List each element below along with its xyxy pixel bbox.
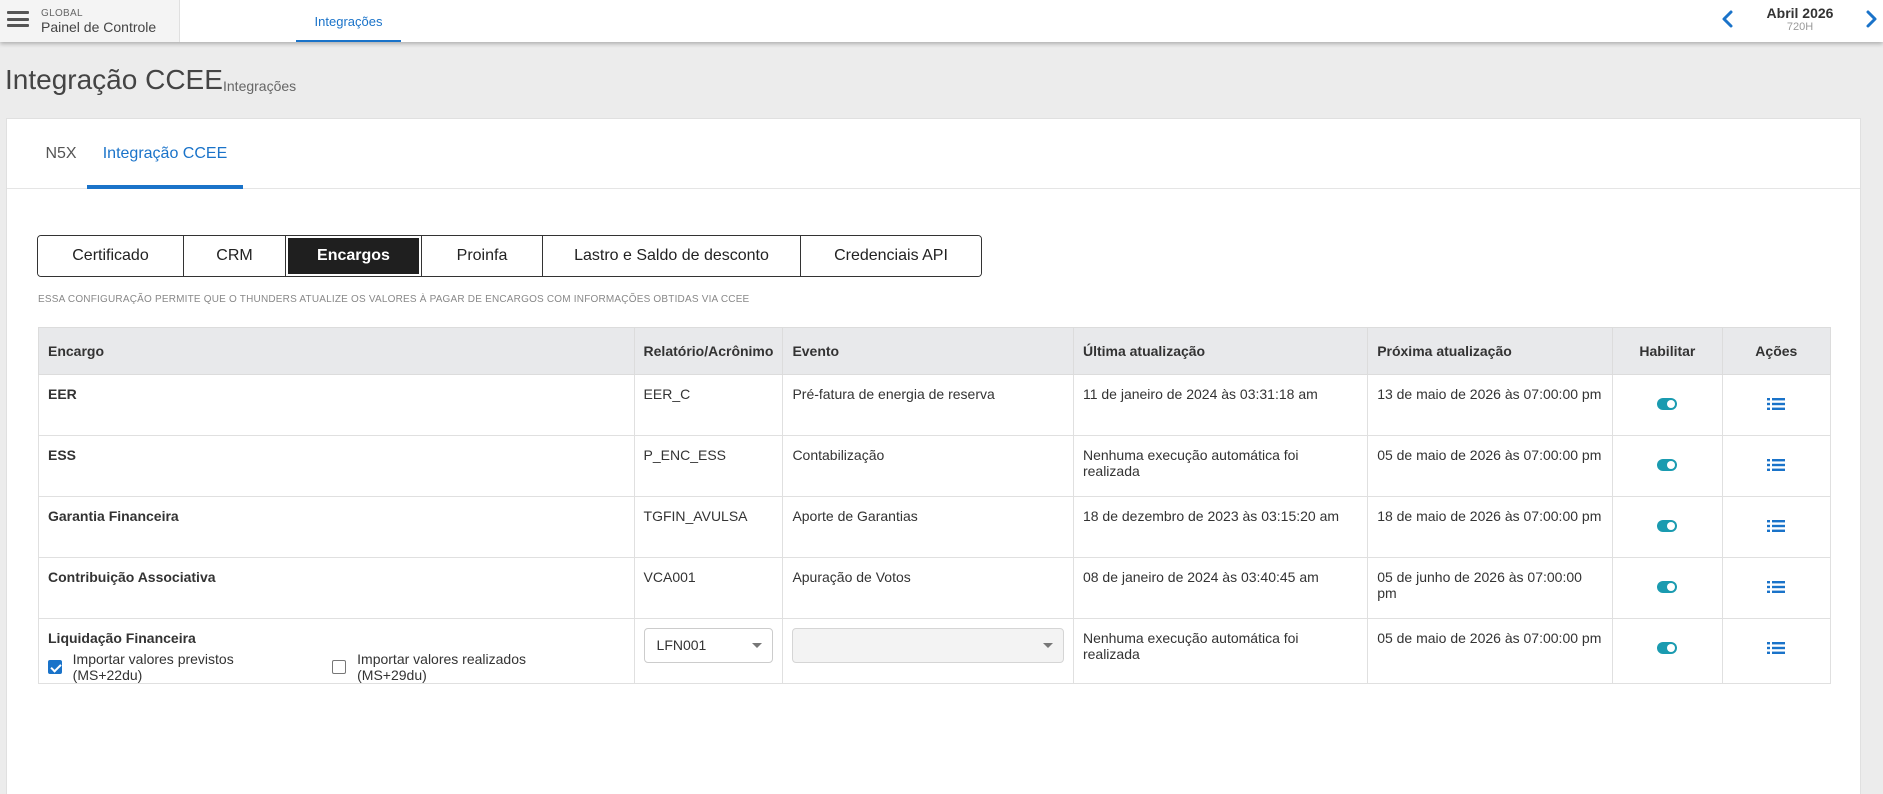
header-encargo: Encargo [38,327,635,375]
checkbox-realizados[interactable] [332,660,347,674]
cell-ultima-atualizacao: 18 de dezembro de 2023 às 03:15:20 am [1072,496,1369,558]
checkbox-realizados-label[interactable]: Importar valores realizados (MS+29du) [357,651,592,683]
encargos-table: Encargo Relatório/Acrônimo Evento Última… [38,327,1832,684]
header-relatorio: Relatório/Acrônimo [633,327,784,375]
relatorio-select-value: LFN001 [656,637,707,653]
enable-toggle[interactable] [1657,520,1678,532]
enable-toggle[interactable] [1657,398,1678,410]
cell-habilitar [1612,374,1723,436]
cell-proxima-atualizacao: 18 de maio de 2026 às 07:00:00 pm [1367,496,1614,558]
cell-acoes [1721,374,1832,436]
cell-habilitar [1612,557,1723,619]
liquidacao-label: Liquidação Financeira [48,630,196,646]
cell-habilitar [1612,618,1723,684]
segment-certificado[interactable]: Certificado [38,236,184,276]
cell-evento: Aporte de Garantias [782,496,1074,558]
cell-relatorio: TGFIN_AVULSA [633,496,784,558]
tab-n5x[interactable]: N5X [33,119,89,189]
cell-relatorio: EER_C [633,374,784,436]
cell-ultima-atualizacao: 11 de janeiro de 2024 às 03:31:18 am [1072,374,1369,436]
cell-habilitar [1612,496,1723,558]
segment-credenciais-api[interactable]: Credenciais API [801,236,981,276]
integration-panel: N5X Integração CCEE Certificado CRM Enca… [6,118,1861,794]
cell-proxima-atualizacao: 05 de maio de 2026 às 07:00:00 pm [1367,618,1614,684]
relatorio-select[interactable]: LFN001 [643,628,774,663]
info-text: ESSA CONFIGURAÇÃO PERMITE QUE O THUNDERS… [38,294,750,305]
cell-encargo: Contribuição Associativa [38,557,635,619]
cell-acoes [1721,496,1832,558]
list-icon[interactable] [1767,641,1786,655]
period-hours: 720H [1786,21,1814,33]
table-row: EER EER_C Pré-fatura de energia de reser… [38,374,1832,436]
cell-proxima-atualizacao: 05 de junho de 2026 às 07:00:00 pm [1367,557,1614,619]
chevron-down-icon [1042,643,1053,648]
cell-encargo: EER [38,374,635,436]
segment-lastro-saldo[interactable]: Lastro e Saldo de desconto [543,236,801,276]
enable-toggle[interactable] [1657,581,1678,593]
segment-crm[interactable]: CRM [184,236,286,276]
breadcrumb[interactable]: Integrações [223,78,296,94]
cell-acoes [1721,557,1832,619]
previous-period-chevron-icon[interactable] [1718,8,1738,30]
top-bar: GLOBAL Painel de Controle Integrações Ab… [0,0,1883,42]
cell-encargo: ESS [38,435,635,497]
app-menu-block: GLOBAL Painel de Controle [0,0,180,42]
cell-relatorio: P_ENC_ESS [633,435,784,497]
page-title: Integração CCEE [5,64,223,95]
table-row: Liquidação Financeira Importar valores p… [38,618,1832,684]
checkbox-previstos[interactable] [48,660,62,674]
cell-proxima-atualizacao: 05 de maio de 2026 às 07:00:00 pm [1367,435,1614,497]
list-icon[interactable] [1767,458,1786,472]
list-icon[interactable] [1767,519,1786,533]
cell-encargo: Liquidação Financeira Importar valores p… [38,618,635,684]
cell-proxima-atualizacao: 13 de maio de 2026 às 07:00:00 pm [1367,374,1614,436]
cell-evento: Contabilização [782,435,1074,497]
segment-encargos[interactable]: Encargos [286,236,422,276]
enable-toggle[interactable] [1657,459,1678,471]
segment-proinfa[interactable]: Proinfa [422,236,543,276]
cell-habilitar [1612,435,1723,497]
cell-acoes [1721,618,1832,684]
evento-select[interactable] [792,628,1064,663]
header-ultima-atualizacao: Última atualização [1072,327,1369,375]
table-header-row: Encargo Relatório/Acrônimo Evento Última… [38,327,1832,375]
cell-encargo: Garantia Financeira [38,496,635,558]
cell-ultima-atualizacao: Nenhuma execução automática foi realizad… [1072,435,1369,497]
period-month[interactable]: Abril 2026 [1740,5,1860,21]
table-row: Garantia Financeira TGFIN_AVULSA Aporte … [38,496,1832,558]
tab-integracoes[interactable]: Integrações [296,0,401,42]
cell-relatorio: VCA001 [633,557,784,619]
enable-toggle[interactable] [1657,642,1678,654]
table-row: ESS P_ENC_ESS Contabilização Nenhuma exe… [38,435,1832,497]
app-title: Painel de Controle [41,19,157,35]
checkbox-previstos-label[interactable]: Importar valores previstos (MS+22du) [73,651,301,683]
cell-evento: Apuração de Votos [782,557,1074,619]
tab-integracao-ccee[interactable]: Integração CCEE [87,119,243,189]
hamburger-menu-icon[interactable] [7,11,29,27]
table-row: Contribuição Associativa VCA001 Apuração… [38,557,1832,619]
list-icon[interactable] [1767,397,1786,411]
header-evento: Evento [782,327,1074,375]
list-icon[interactable] [1767,580,1786,594]
import-options: Importar valores previstos (MS+22du) Imp… [48,651,625,683]
cell-evento [782,618,1074,684]
cell-ultima-atualizacao: Nenhuma execução automática foi realizad… [1072,618,1369,684]
header-habilitar: Habilitar [1612,327,1723,375]
cell-relatorio: LFN001 [633,618,784,684]
cell-acoes [1721,435,1832,497]
header-acoes: Ações [1721,327,1832,375]
settings-segmented-control: Certificado CRM Encargos Proinfa Lastro … [37,235,982,277]
chevron-down-icon [752,643,763,648]
scope-label: GLOBAL [41,8,83,19]
header-proxima-atualizacao: Próxima atualização [1367,327,1614,375]
cell-evento: Pré-fatura de energia de reserva [782,374,1074,436]
panel-tabs: N5X Integração CCEE [7,119,1860,189]
cell-ultima-atualizacao: 08 de janeiro de 2024 às 03:40:45 am [1072,557,1369,619]
next-period-chevron-icon[interactable] [1861,8,1881,30]
